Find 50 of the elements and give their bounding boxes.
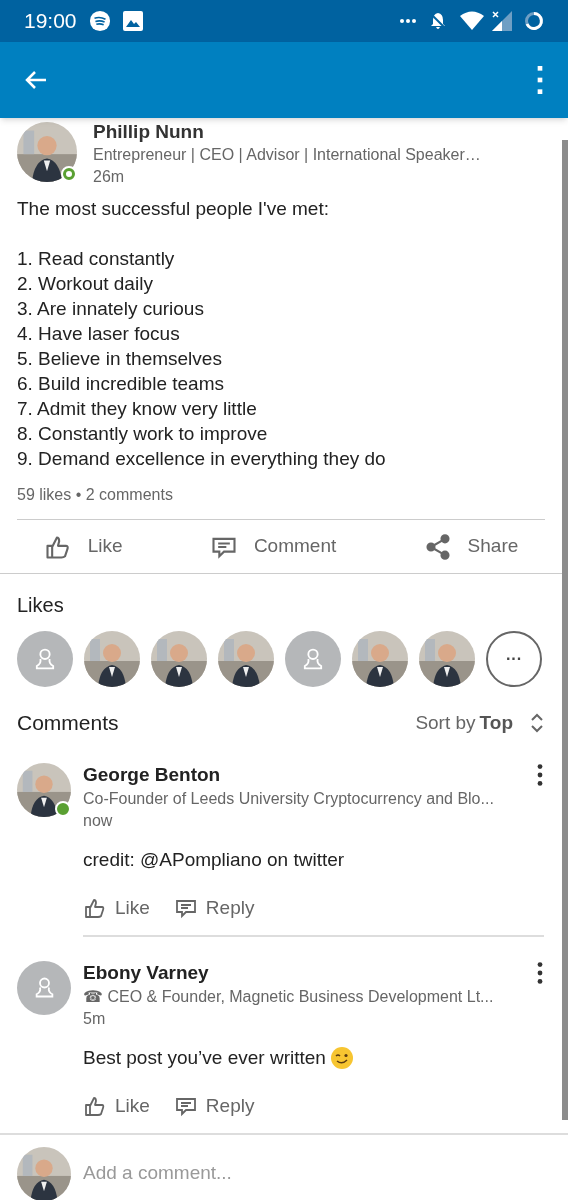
post-list-item: 6. Build incredible teams <box>17 372 225 396</box>
likes-heading: Likes <box>16 593 65 618</box>
comment-time: now <box>83 810 114 831</box>
author-name[interactable]: Phillip Nunn <box>93 120 481 144</box>
post-list-item: 1. Read constantly <box>17 247 176 271</box>
post-list-item: 3. Are innately curious <box>17 297 205 321</box>
muted-bell-icon <box>428 11 448 31</box>
signal-icon <box>492 11 512 31</box>
more-likers-button[interactable]: ··· <box>486 631 542 687</box>
post-list-item: 4. Have laser focus <box>17 322 181 346</box>
avatar-placeholder <box>285 631 341 687</box>
comment-time: 5m <box>83 1008 107 1029</box>
notification-dots-icon <box>400 17 416 25</box>
share-button[interactable]: Share <box>423 532 519 561</box>
thumbs-up-icon <box>83 896 107 921</box>
post-time: 26m <box>93 167 126 187</box>
post-intro: The most successful people I've met: <box>17 197 330 221</box>
comment-reply-button[interactable]: Reply <box>173 894 255 923</box>
post-list-item: 9. Demand excellence in everything they do <box>17 447 387 471</box>
like-button[interactable]: Like <box>43 532 123 561</box>
more-options-icon[interactable] <box>536 960 544 985</box>
comments-heading: Comments <box>17 710 119 736</box>
comment-reply-button[interactable]: Reply <box>173 1092 255 1121</box>
winking-face-icon <box>329 1045 354 1070</box>
post-list-item: 8. Constantly work to improve <box>17 422 269 446</box>
post-counts[interactable]: 59 likes • 2 comments <box>0 483 190 507</box>
battery-ring-icon <box>524 11 544 31</box>
post-list-item: 7. Admit they know very little <box>17 397 258 421</box>
commenter-name[interactable]: Ebony Varney <box>83 960 209 985</box>
thumbs-up-icon <box>83 1094 107 1119</box>
author-headline: Entrepreneur | CEO | Advisor | International Speaker… <box>93 145 481 165</box>
more-options-icon[interactable] <box>536 762 544 787</box>
clock: 19:00 <box>24 8 77 35</box>
image-icon <box>122 11 143 31</box>
avatar-placeholder <box>17 631 73 687</box>
music-app-icon <box>88 10 111 32</box>
comment-like-button[interactable]: Like <box>83 894 150 923</box>
commenter-name[interactable]: George Benton <box>83 762 221 787</box>
commenter-headline: Co-Founder of Leeds University Cryptocurrency and Blo... <box>83 788 495 809</box>
comment-text: credit: @APompliano on twitter <box>83 847 345 872</box>
post-list-item: 5. Believe in themselves <box>17 347 223 371</box>
avatar-placeholder <box>17 960 71 1015</box>
wifi-icon <box>460 11 484 31</box>
sort-control[interactable]: Sort by Top <box>415 708 545 737</box>
comment-like-button[interactable]: Like <box>83 1092 150 1121</box>
commenter-headline: ☎ CEO & Founder, Magnetic Business Development Lt... <box>83 986 495 1007</box>
post-list-item: 2. Workout daily <box>17 272 154 296</box>
comment-button[interactable]: Comment <box>209 532 337 561</box>
comment-text: Best post you’ve ever written <box>83 1045 326 1070</box>
comment-input[interactable]: Add a comment... <box>83 1159 551 1188</box>
